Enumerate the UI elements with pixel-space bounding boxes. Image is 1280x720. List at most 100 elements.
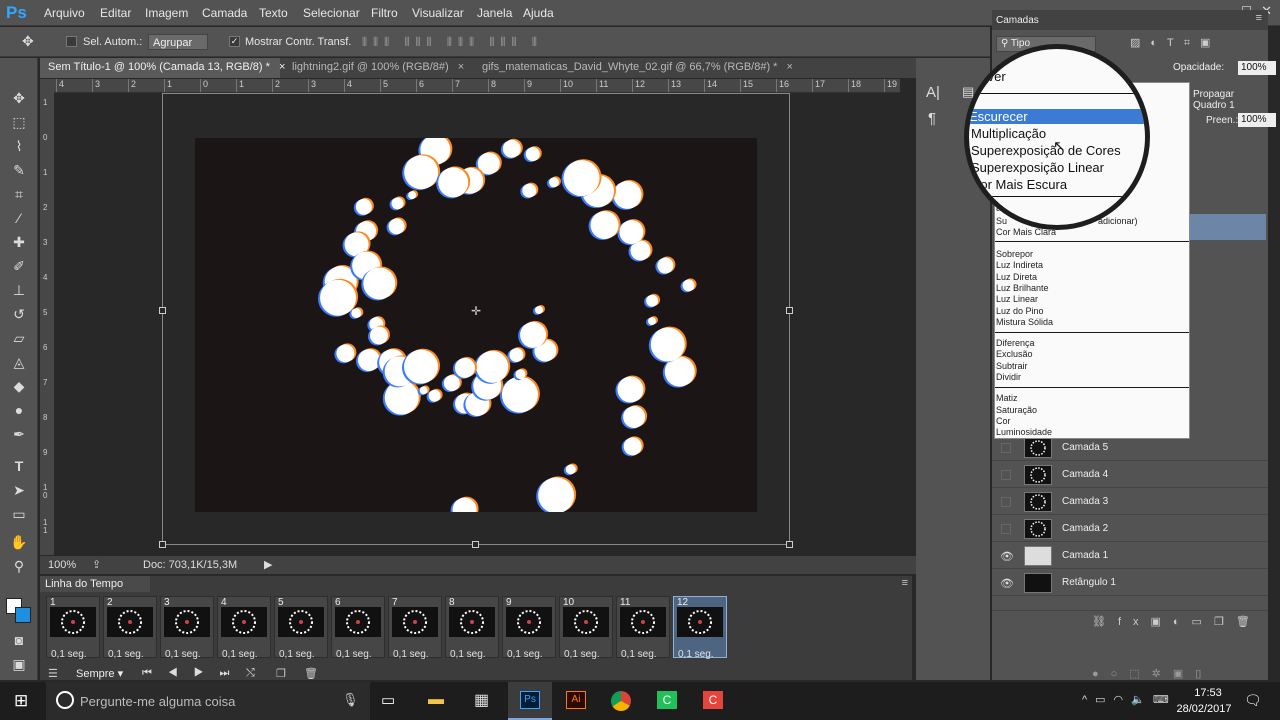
file-explorer-icon[interactable]: ▬ xyxy=(428,691,444,709)
magnified-item[interactable]: ar xyxy=(971,205,983,220)
transform-handle[interactable] xyxy=(159,307,166,314)
dodge-tool-icon[interactable]: ● xyxy=(9,400,29,420)
chrome-icon[interactable] xyxy=(611,691,631,711)
menu-item-7[interactable]: Visualizar xyxy=(412,6,464,20)
layer-row[interactable]: Camada 2 xyxy=(992,516,1268,542)
frame-delay[interactable]: 0,1 seg. xyxy=(336,649,372,660)
frame-delay[interactable]: 0,1 seg. xyxy=(222,649,258,660)
menu-item-8[interactable]: Janela xyxy=(477,6,512,20)
menu-item-9[interactable]: Ajuda xyxy=(523,6,554,20)
magnified-item[interactable]: Superexposição de Cores xyxy=(971,143,1121,158)
timeline-frame[interactable]: 11 0,1 seg. xyxy=(616,596,670,660)
menu-item-2[interactable]: Imagem xyxy=(145,6,188,20)
crop-tool-icon[interactable]: ⌗ xyxy=(9,184,29,204)
align-icons[interactable]: ⫴⫴⫴ ⫴⫴⫴ ⫴⫴⫴ ⫴⫴⫴ ⫴ xyxy=(362,35,543,50)
illustrator-icon[interactable]: Ai xyxy=(566,691,586,709)
frame-delay[interactable]: 0,1 seg. xyxy=(165,649,201,660)
transform-handle[interactable] xyxy=(786,541,793,548)
quick-mask-icon[interactable]: ◙ xyxy=(9,630,29,650)
move-tool-icon[interactable]: ✥ xyxy=(22,33,34,50)
microphone-icon[interactable]: 🎙 xyxy=(342,692,359,708)
filter-icons[interactable]: ▨◐T⌗▣ xyxy=(1130,36,1220,50)
menu-item-4[interactable]: Texto xyxy=(259,6,288,20)
frame-delay[interactable]: 0,1 seg. xyxy=(621,649,657,660)
transform-handle[interactable] xyxy=(786,307,793,314)
visibility-icon[interactable]: 👁 xyxy=(1000,550,1014,563)
tween-icon[interactable]: ⤭ xyxy=(246,667,255,680)
recorder-icon[interactable]: C xyxy=(703,691,723,709)
camtasia-icon[interactable]: C xyxy=(657,691,677,709)
system-tray-icons[interactable]: ^▭◠🔈⌨ xyxy=(1082,693,1177,706)
timeline-frame[interactable]: 6 0,1 seg. xyxy=(331,596,385,660)
screen-mode-icon[interactable]: ▣ xyxy=(9,654,29,674)
dropdown-item[interactable]: Luz Linear xyxy=(995,294,1038,304)
shape-tool-icon[interactable]: ▭ xyxy=(9,504,29,524)
transform-center-icon[interactable]: ✛ xyxy=(471,304,481,318)
magnified-item[interactable]: Superexposição Linear xyxy=(971,160,1104,175)
eyedropper-icon[interactable]: ⁄ xyxy=(9,208,29,228)
magnified-item[interactable]: Multiplicação xyxy=(971,126,1046,141)
share-icon[interactable]: ⇪ xyxy=(92,558,101,571)
photoshop-taskbar-icon[interactable]: Ps xyxy=(508,682,552,720)
tab-document-2[interactable]: lightning2.gif @ 100% (RGB/8#) × xyxy=(284,58,470,78)
visibility-icon[interactable] xyxy=(1001,443,1011,453)
paragraph-panel-icon[interactable]: ¶ xyxy=(928,110,936,127)
frame-delay[interactable]: 0,1 seg. xyxy=(51,649,87,660)
zoom-tool-icon[interactable]: ⚲ xyxy=(9,556,29,576)
lasso-tool-icon[interactable]: ⌇ xyxy=(9,136,29,156)
type-tool-icon[interactable]: T xyxy=(9,456,29,476)
layer-footer-icons[interactable]: ⛓fx▣◐▭❐🗑 xyxy=(1092,615,1262,628)
show-transform-checkbox[interactable]: ✓ xyxy=(229,36,240,47)
timeline-frame[interactable]: 12 0,1 seg. xyxy=(673,596,727,660)
menu-item-3[interactable]: Camada xyxy=(202,6,247,20)
timeline-frame[interactable]: 4 0,1 seg. xyxy=(217,596,271,660)
timeline-frame[interactable]: 7 0,1 seg. xyxy=(388,596,442,660)
visibility-icon[interactable]: 👁 xyxy=(1000,577,1014,590)
dropdown-item[interactable]: Luz Brilhante xyxy=(995,283,1049,293)
auto-select-checkbox[interactable] xyxy=(66,36,77,47)
dropdown-item[interactable]: Luz Direta xyxy=(995,272,1037,282)
dropdown-item[interactable]: Luminosidade xyxy=(995,427,1052,437)
frame-delay[interactable]: 0,1 seg. xyxy=(393,649,429,660)
frame-delay[interactable]: 0,1 seg. xyxy=(564,649,600,660)
eraser-tool-icon[interactable]: ▱ xyxy=(9,328,29,348)
dropdown-item[interactable]: Cor xyxy=(995,416,1011,426)
dropdown-item[interactable]: Matiz xyxy=(995,393,1018,403)
healing-icon[interactable]: ✚ xyxy=(9,232,29,252)
pen-tool-icon[interactable]: ✒ xyxy=(9,424,29,444)
new-frame-icon[interactable]: ❐ xyxy=(276,667,286,680)
marquee-tool-icon[interactable]: ⬚ xyxy=(9,112,29,132)
dropdown-item[interactable]: Mistura Sólida xyxy=(995,317,1053,327)
timeline-frame[interactable]: 10 0,1 seg. xyxy=(559,596,613,660)
tab-document-3[interactable]: gifs_matematicas_David_Whyte_02.gif @ 66… xyxy=(474,58,793,78)
background-color-swatch[interactable] xyxy=(15,607,31,623)
cortana-search[interactable]: Pergunte-me alguma coisa 🎙 xyxy=(46,682,370,720)
frame-delay[interactable]: 0,1 seg. xyxy=(279,649,315,660)
dropdown-item[interactable]: Exclusão xyxy=(995,349,1033,359)
dropdown-item[interactable]: Sobrepor xyxy=(995,249,1033,259)
selected-layer-row[interactable] xyxy=(1186,214,1266,240)
brush-tool-icon[interactable]: ✐ xyxy=(9,256,29,276)
layer-row[interactable]: Camada 3 xyxy=(992,489,1268,515)
bottom-icons[interactable]: ●○⬚✲▣▯ xyxy=(1092,667,1213,680)
visibility-icon[interactable] xyxy=(1001,470,1011,480)
move-tool-icon[interactable]: ✥ xyxy=(9,88,29,108)
bucket-tool-icon[interactable]: ◬ xyxy=(9,352,29,372)
menu-item-6[interactable]: Filtro xyxy=(371,6,398,20)
fill-input[interactable]: 100% xyxy=(1238,113,1276,127)
clock-date[interactable]: 28/02/2017 xyxy=(1172,703,1236,715)
tab-document-1[interactable]: Sem Título-1 @ 100% (Camada 13, RGB/8) *… xyxy=(40,58,285,78)
magnified-item[interactable]: solver xyxy=(971,69,1006,84)
layers-tab[interactable]: Camadas xyxy=(996,15,1039,26)
menu-item-1[interactable]: Editar xyxy=(100,6,131,20)
timeline-frame[interactable]: 3 0,1 seg. xyxy=(160,596,214,660)
magnified-item[interactable]: Cor Mais Escura xyxy=(971,177,1067,192)
hand-tool-icon[interactable]: ✋ xyxy=(9,532,29,552)
dropdown-item[interactable]: Subtrair xyxy=(995,361,1028,371)
dropdown-item[interactable]: Su xyxy=(995,216,1007,226)
panel-menu-icon[interactable]: ≡ xyxy=(1256,12,1262,24)
stamp-tool-icon[interactable]: ⊥ xyxy=(9,280,29,300)
layer-row[interactable]: 👁 Retângulo 1 xyxy=(992,570,1268,596)
convert-icon[interactable]: ☰ xyxy=(48,667,58,680)
auto-select-dropdown[interactable]: Agrupar xyxy=(148,34,208,50)
